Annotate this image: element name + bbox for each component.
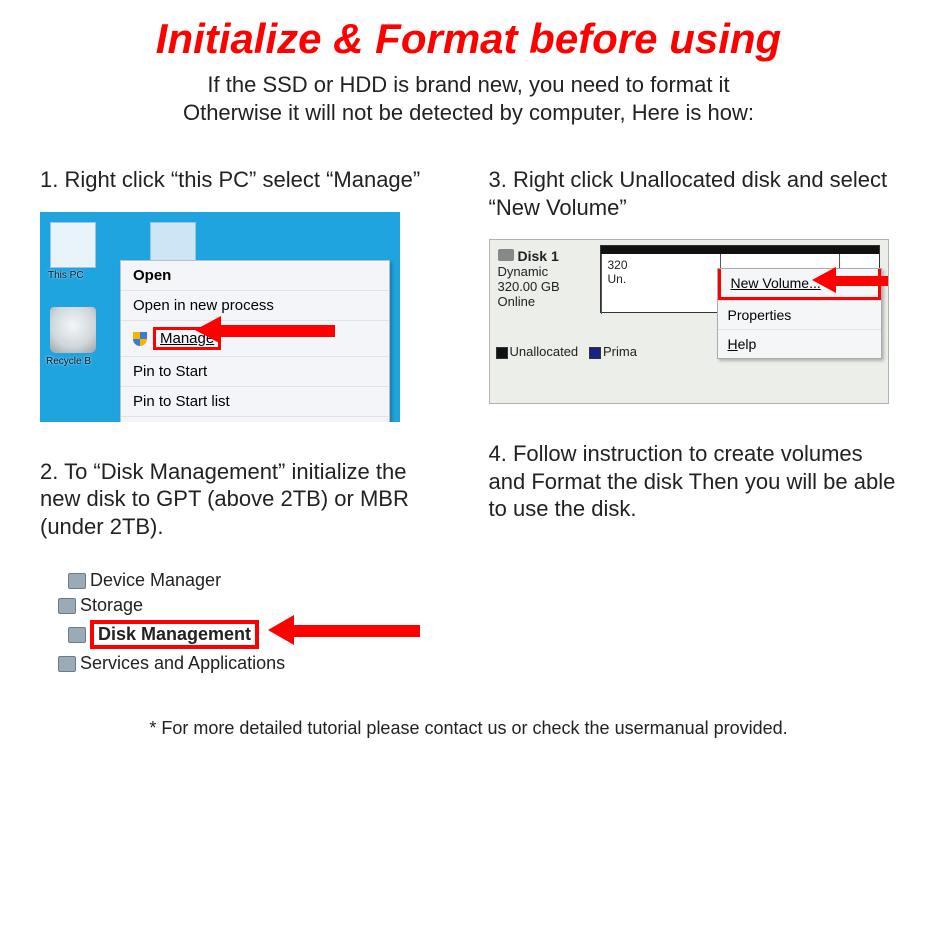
- recycle-bin-icon: [50, 307, 96, 353]
- disk-management-highlight: Disk Management: [90, 620, 259, 649]
- menu-item-properties[interactable]: Properties: [718, 300, 881, 329]
- device-manager-icon: [68, 573, 86, 589]
- screenshot-step-3: Disk 1 Dynamic 320.00 GB Online 320Un. d…: [489, 239, 889, 404]
- disk-management-icon: [68, 627, 86, 643]
- swatch-primary: [589, 347, 601, 359]
- legend: Unallocated Prima: [496, 344, 637, 359]
- services-icon: [58, 656, 76, 672]
- red-arrow-icon: [195, 318, 335, 342]
- this-pc-icon: [50, 222, 96, 268]
- red-arrow-icon: [812, 270, 889, 292]
- tree-services[interactable]: Services and Applications: [40, 651, 350, 676]
- menu-item-pin-start[interactable]: Pin to Start: [121, 356, 389, 386]
- step-4-text: 4. Follow instruction to create volumes …: [489, 440, 898, 523]
- page-title: Initialize & Format before using: [40, 15, 897, 63]
- step-2-text: 2. To “Disk Management” initialize the n…: [40, 458, 449, 541]
- menu-item-pin-start-list[interactable]: Pin to Start list: [121, 386, 389, 416]
- step-1-text: 1. Right click “this PC” select “Manage”: [40, 166, 449, 194]
- volume-cell[interactable]: 320Un.: [601, 254, 720, 314]
- screenshot-step-2: Device Manager Storage Disk Management S…: [40, 568, 350, 678]
- subtitle-line-1: If the SSD or HDD is brand new, you need…: [207, 72, 729, 97]
- shield-icon: [133, 332, 147, 346]
- disk-icon: [498, 249, 514, 261]
- menu-item-map-drive[interactable]: Map network drive...: [121, 416, 389, 422]
- menu-item-help[interactable]: Help: [718, 329, 881, 358]
- disk-info-pane: Disk 1 Dynamic 320.00 GB Online: [498, 248, 598, 309]
- storage-icon: [58, 598, 76, 614]
- menu-item-open-new[interactable]: Open in new process: [121, 290, 389, 320]
- desktop-label-recycle: Recycle B: [46, 356, 91, 367]
- page-subtitle: If the SSD or HDD is brand new, you need…: [40, 71, 897, 126]
- menu-item-open[interactable]: Open: [121, 261, 389, 290]
- desktop-label-this-pc: This PC: [48, 270, 84, 281]
- step-3-text: 3. Right click Unallocated disk and sele…: [489, 166, 898, 221]
- footnote: * For more detailed tutorial please cont…: [40, 718, 897, 739]
- screenshot-step-1: This PC Recycle B Open Open in new proce…: [40, 212, 400, 422]
- red-arrow-icon: [268, 618, 428, 642]
- swatch-unallocated: [496, 347, 508, 359]
- tree-storage[interactable]: Storage: [40, 593, 350, 618]
- tree-device-manager[interactable]: Device Manager: [40, 568, 350, 593]
- subtitle-line-2: Otherwise it will not be detected by com…: [183, 100, 754, 125]
